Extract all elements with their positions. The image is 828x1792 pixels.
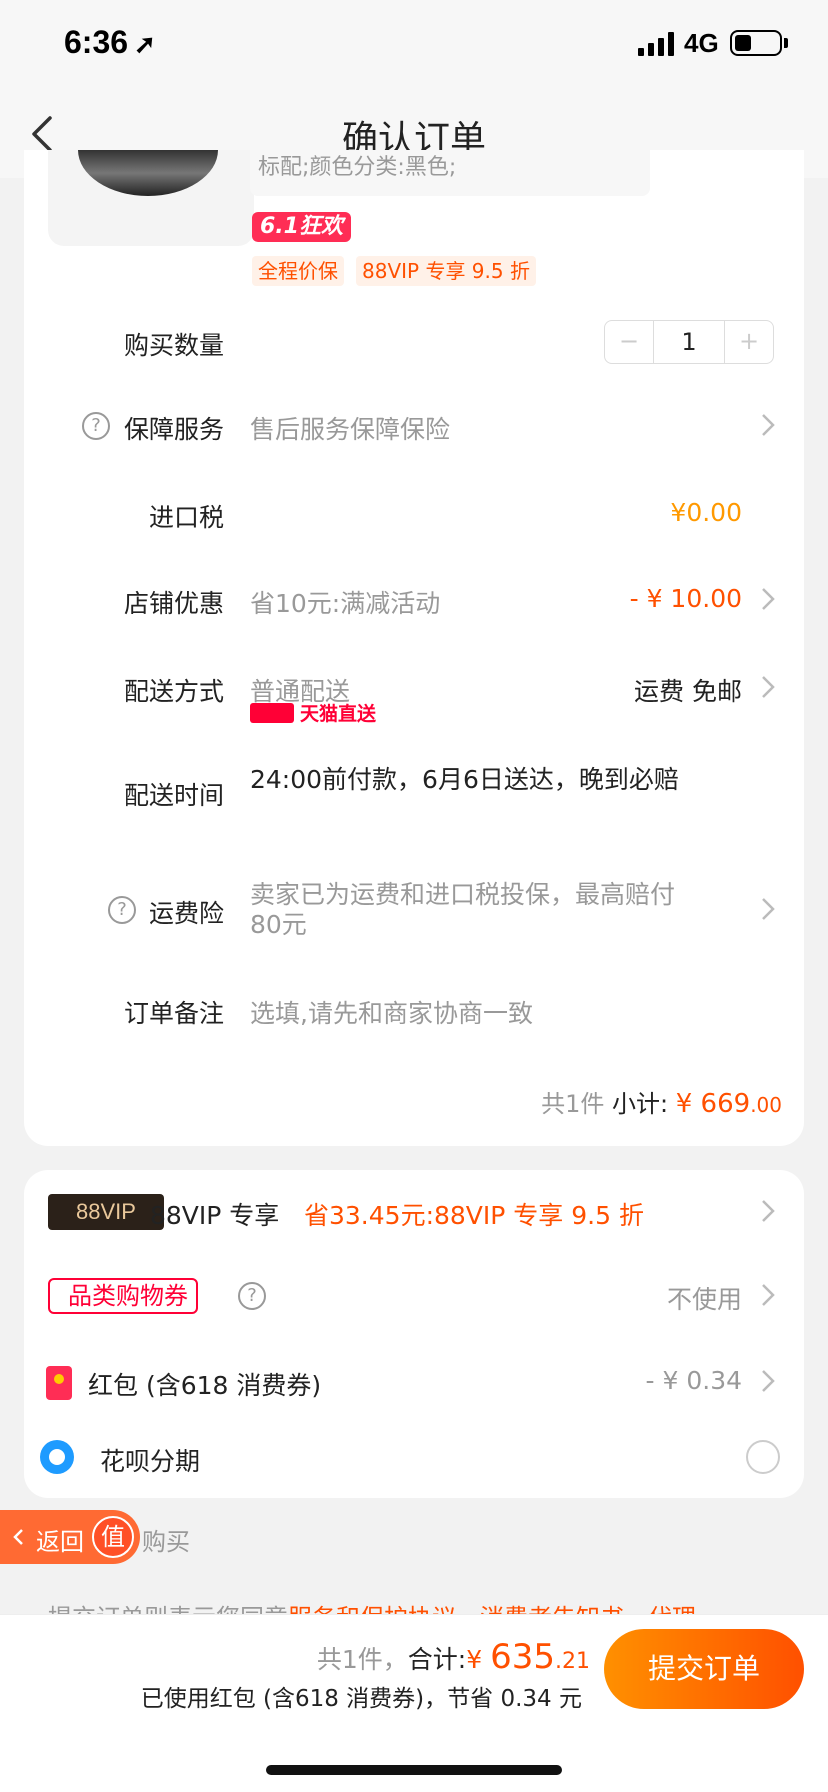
savings-text: 已使用红包 (含618 消费券)，节省 0.34 元 [140,1686,582,1712]
delivery-time-label: 配送时间 [123,781,224,810]
coupon-value[interactable]: 不使用 [667,1280,742,1316]
shop-discount-label: 店铺优惠 [123,589,224,618]
note-input[interactable]: 选填,请先和商家协商一致 [250,994,533,1030]
quantity-label: 购买数量 [123,331,224,360]
product-spec: 标配;颜色分类:黑色; [250,150,650,196]
battery-icon [730,30,782,56]
submit-order-button[interactable]: 提交订单 [604,1629,804,1709]
service-value[interactable]: 售后服务保障保险 [250,410,450,446]
status-time: 6:36 ➚ [64,24,156,60]
smzdm-icon: 值 [92,1516,134,1558]
promo-logo: 6.1狂欢 [252,212,351,242]
tax-label: 进口税 [148,503,224,532]
chevron-right-icon[interactable] [760,1198,776,1224]
chevron-right-icon[interactable] [760,586,776,612]
red-packet-value[interactable]: - ¥ 0.34 [646,1366,742,1395]
chevron-right-icon[interactable] [760,1368,776,1394]
product-thumbnail[interactable] [48,150,254,246]
return-button[interactable]: 返回 值 [0,1510,140,1564]
shop-discount-value[interactable]: - ¥ 10.00 [630,584,742,613]
chevron-right-icon[interactable] [760,412,776,438]
quantity-stepper[interactable]: − 1 + [604,320,774,364]
buy-label: 购买 [142,1528,190,1556]
chevron-right-icon[interactable] [760,896,776,922]
quantity-value[interactable]: 1 [653,321,725,363]
chevron-left-icon [13,1529,23,1545]
delivery-time-value: 24:00前付款，6月6日送达，晚到必赔 [250,765,679,794]
shop-discount-desc[interactable]: 省10元:满减活动 [250,584,440,620]
vip-desc[interactable]: 省33.45元:88VIP 专享 9.5 折 [304,1196,644,1232]
huabei-radio[interactable] [746,1440,780,1474]
red-packet-icon [46,1366,72,1400]
order-card: 标配;颜色分类:黑色; 6.1狂欢 全程价保 88VIP 专享 9.5 折 购买… [24,150,804,1146]
vip-badge: 88VIP [48,1194,164,1230]
huabei-icon [40,1440,74,1474]
vip-discount-tag: 88VIP 专享 9.5 折 [356,256,536,286]
huabei-label: 花呗分期 [100,1447,201,1476]
delivery-fee[interactable]: 运费 免邮 [634,672,742,708]
shipping-insurance-label: 运费险 [148,899,224,928]
price-protect-tag: 全程价保 [252,256,344,286]
red-packet-label: 红包 (含618 消费券) [88,1371,322,1400]
shipping-insurance-desc[interactable]: 卖家已为运费和进口税投保，最高赔付 80元 [250,880,675,940]
chevron-right-icon[interactable] [760,1282,776,1308]
chevron-right-icon[interactable] [760,674,776,700]
return-label: 返回 [36,1528,84,1556]
tmall-direct-logo: 天猫直送 [250,702,376,726]
home-indicator [266,1765,562,1775]
delivery-label: 配送方式 [123,677,224,706]
minus-button[interactable]: − [605,321,653,363]
plus-button[interactable]: + [725,321,773,363]
cellular-signal-icon [638,32,674,56]
help-icon[interactable]: ? [238,1282,266,1310]
service-label: 保障服务 [123,415,224,444]
tax-value: ¥0.00 [670,498,742,527]
total-line: 共1件，合计:¥ 635.21 [316,1637,590,1677]
location-arrow-icon: ➚ [134,29,156,59]
category-coupon-badge: 品类购物券 [48,1278,198,1314]
subtotal: 共1件 小计: ¥ 669.00 [541,1089,782,1119]
battery-tip [784,38,788,48]
note-label: 订单备注 [123,999,224,1028]
network-type: 4G [684,28,719,58]
status-bar: 6:36 ➚ 4G [0,0,828,92]
tmall-cat-icon [250,703,294,723]
benefits-card: 88VIP 88VIP 专享 省33.45元:88VIP 专享 9.5 折 品类… [24,1170,804,1498]
vip-label: 88VIP 专享 [150,1201,280,1230]
bottom-bar: 共1件，合计:¥ 635.21 已使用红包 (含618 消费券)，节省 0.34… [0,1614,828,1792]
